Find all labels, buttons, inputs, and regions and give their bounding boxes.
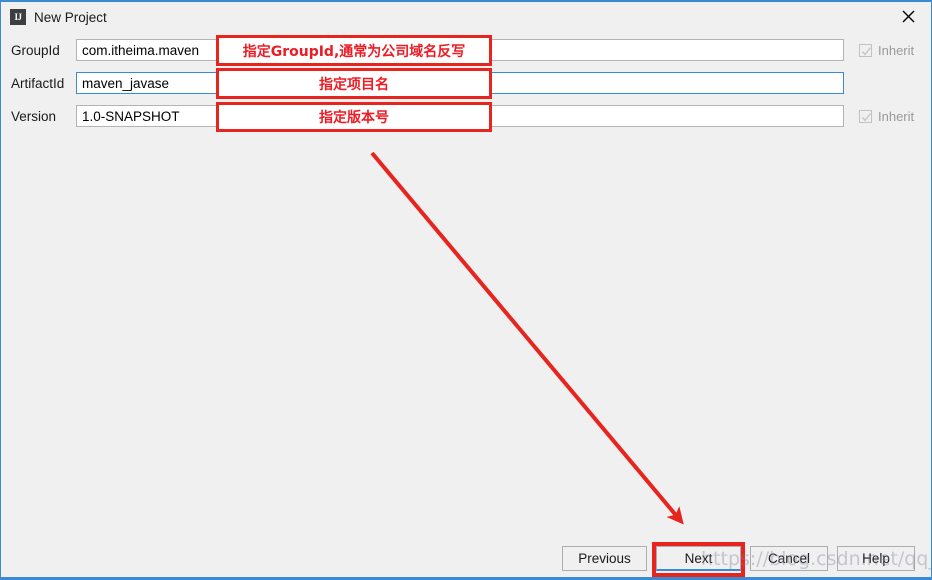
annotation-groupid: 指定GroupId,通常为公司域名反写 [216, 35, 492, 66]
checkmark-icon [861, 46, 872, 56]
version-label: Version [11, 108, 57, 124]
previous-button[interactable]: Previous [562, 546, 647, 571]
cancel-button[interactable]: Cancel [750, 546, 828, 571]
help-button[interactable]: Help [837, 546, 915, 571]
new-project-dialog: IJ New Project GroupId Inherit ArtifactI [0, 0, 932, 580]
annotation-artifactid: 指定项目名 [216, 68, 492, 99]
close-icon [902, 10, 915, 23]
version-inherit-group[interactable]: Inherit [859, 109, 914, 124]
groupid-inherit-label: Inherit [878, 42, 915, 58]
version-inherit-label: Inherit [878, 108, 915, 124]
close-button[interactable] [885, 2, 931, 31]
checkmark-icon [861, 112, 872, 122]
groupid-inherit-checkbox[interactable] [859, 43, 872, 57]
groupid-inherit-group[interactable]: Inherit [859, 43, 914, 58]
artifactid-label: ArtifactId [11, 75, 65, 91]
groupid-label: GroupId [11, 42, 60, 58]
annotation-version: 指定版本号 [216, 102, 492, 132]
window-title: New Project [34, 9, 107, 25]
version-inherit-checkbox[interactable] [859, 109, 872, 123]
title-bar: IJ New Project [1, 2, 931, 32]
dialog-button-bar: Previous Next Cancel Help [1, 542, 931, 577]
intellij-idea-icon: IJ [10, 9, 26, 25]
next-button[interactable]: Next [656, 546, 741, 571]
